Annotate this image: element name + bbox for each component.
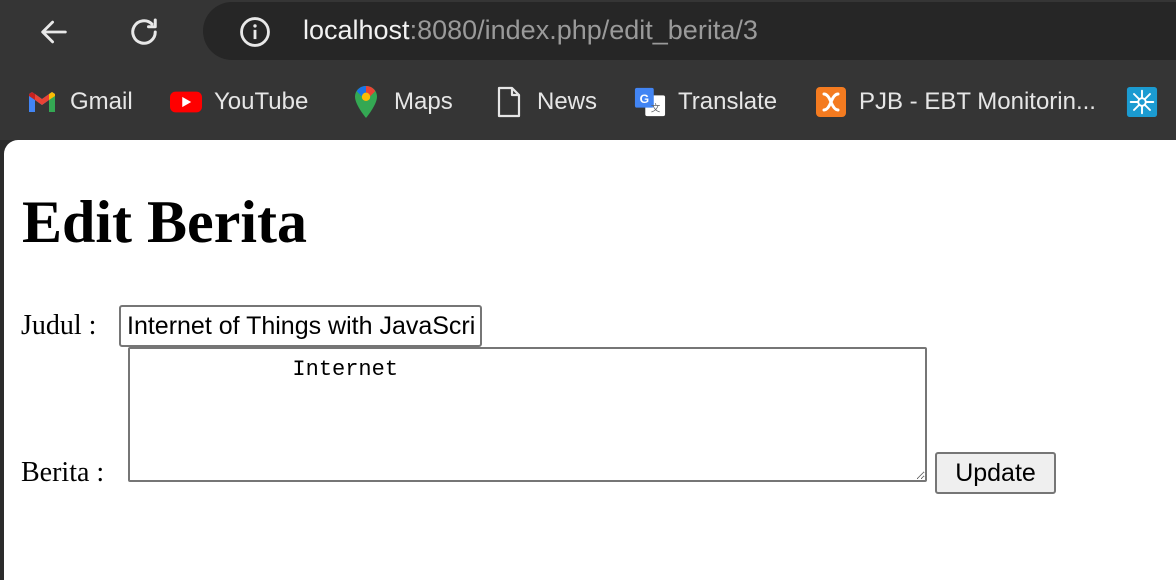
- info-icon[interactable]: [237, 14, 273, 50]
- berita-label: Berita :: [21, 457, 105, 488]
- svg-text:G: G: [640, 92, 650, 106]
- bookmark-translate[interactable]: G 文 Translate: [634, 84, 777, 120]
- judul-input[interactable]: [119, 305, 482, 347]
- bookmark-label: Maps: [394, 88, 453, 115]
- back-button[interactable]: [30, 8, 78, 56]
- bookmark-gmail[interactable]: Gmail: [26, 84, 133, 120]
- url-text[interactable]: localhost:8080/index.php/edit_berita/3: [303, 15, 758, 46]
- url-path: :8080/index.php/edit_berita/3: [409, 15, 758, 45]
- bookmark-youtube[interactable]: YouTube: [170, 84, 308, 120]
- page-content: Edit Berita Judul : Berita : Internet Up…: [4, 140, 1176, 580]
- page-title: Edit Berita: [22, 189, 307, 255]
- gmail-icon: [26, 86, 58, 118]
- bookmark-more[interactable]: [1126, 84, 1158, 120]
- browser-toolbar: localhost:8080/index.php/edit_berita/3: [0, 0, 1176, 64]
- document-icon: [493, 86, 525, 118]
- address-bar[interactable]: localhost:8080/index.php/edit_berita/3: [203, 2, 1176, 60]
- back-arrow-icon: [41, 20, 67, 44]
- translate-icon: G 文: [634, 86, 666, 118]
- judul-label: Judul :: [21, 310, 97, 341]
- bookmark-news[interactable]: News: [493, 84, 597, 120]
- reload-icon: [131, 18, 157, 45]
- bookmarks-bar: Gmail YouTube Maps News G 文 Translate PJ…: [0, 64, 1176, 140]
- maps-icon: [350, 86, 382, 118]
- bookmark-label: YouTube: [214, 88, 309, 115]
- bookmark-maps[interactable]: Maps: [350, 84, 453, 120]
- url-host: localhost: [303, 15, 410, 45]
- bookmark-label: News: [537, 88, 598, 115]
- bookmark-label: Translate: [678, 88, 778, 115]
- youtube-icon: [170, 86, 202, 118]
- bookmark-label: PJB - EBT Monitorin...: [859, 88, 1096, 115]
- reload-button[interactable]: [120, 8, 168, 56]
- berita-textarea[interactable]: Internet: [128, 347, 927, 482]
- update-button[interactable]: Update: [935, 452, 1056, 494]
- svg-text:文: 文: [651, 102, 661, 114]
- bookmark-label: Gmail: [70, 88, 133, 115]
- xampp-icon: [815, 86, 847, 118]
- snowflake-icon: [1126, 86, 1158, 118]
- bookmark-pjb-ebt[interactable]: PJB - EBT Monitorin...: [815, 84, 1096, 120]
